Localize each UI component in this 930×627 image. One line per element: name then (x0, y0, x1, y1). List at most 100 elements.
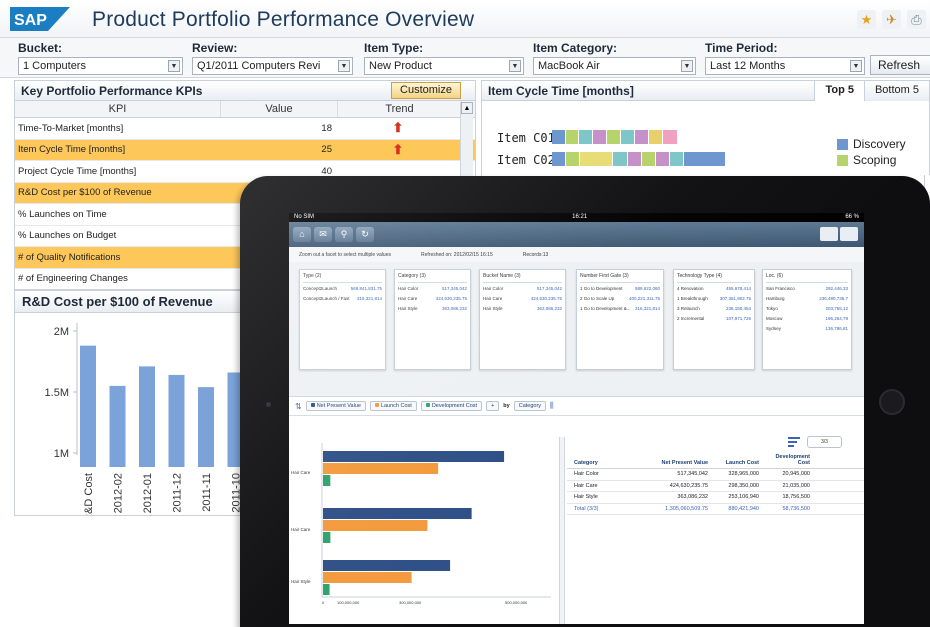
add-measure-button[interactable]: + (486, 401, 500, 411)
item-cycle-title-text: Item Cycle Time [months] (488, 84, 634, 98)
column-header[interactable]: Development Cost (762, 454, 813, 466)
table-row[interactable]: Hair Color 517,345,042 328,965,000 20,945,0… (567, 469, 864, 481)
page-indicator[interactable]: 3/3 (807, 436, 842, 448)
bar-npv[interactable] (323, 560, 451, 571)
facet-card[interactable]: Number First Gate (3) 1 Go to Development… (576, 269, 664, 370)
measure-chip[interactable]: Launch Cost (369, 401, 417, 411)
value-column-header[interactable]: Value (221, 101, 338, 117)
measure-color-swatch (310, 403, 315, 407)
swap-icon[interactable]: ⇅ (295, 402, 302, 411)
home-icon[interactable]: ⌂ (293, 227, 311, 242)
facet-value-row[interactable]: 2 Incremental 107,971,726 (677, 316, 751, 321)
bar-npv[interactable] (323, 508, 472, 519)
bar-2011-12[interactable] (168, 374, 185, 467)
facet-value-row[interactable]: 2 Go to Scale Up 400,221,311.75 (580, 296, 660, 301)
facet-value-row[interactable]: 1 Go to Development 589,622,060 (580, 286, 660, 291)
dropdown-arrow-icon[interactable]: ▼ (850, 60, 862, 72)
facet-value-row[interactable]: Hair Care 424,630,235.75 (398, 296, 467, 301)
review-filter: Review: Q1/2011 Computers Revi ▼ (192, 41, 353, 75)
facet-value-row[interactable]: San Francisco 292,446,33 (766, 286, 848, 291)
split-divider[interactable] (559, 437, 565, 624)
facet-value-amount: 517,345,042 (441, 286, 467, 291)
table-row[interactable]: Time-To-Market [months] 18 ⬆ (15, 118, 475, 140)
refresh-icon[interactable]: ↻ (356, 227, 374, 242)
bucket-select[interactable]: 1 Computers ▼ (18, 57, 183, 75)
pin-icon[interactable]: ✈ (882, 10, 901, 29)
measure-chip[interactable]: Net Present Value (305, 401, 366, 411)
facet-value-row[interactable]: 3 Relaunch 236,150,454 (677, 306, 751, 311)
facet-value-row[interactable]: 4 Renovation 455,678,414 (677, 286, 751, 291)
dimension-selector[interactable]: Category (513, 401, 547, 411)
bar-2012-02[interactable] (109, 385, 126, 467)
bar-total-r-d-cost[interactable] (80, 345, 96, 467)
facet-value-row[interactable]: Sydney 136,786,81 (766, 326, 848, 331)
bucket-value: 1 Computers (23, 60, 86, 72)
facet-value-row[interactable]: Hair Color 517,345,042 (483, 286, 562, 291)
sort-icon[interactable] (788, 437, 800, 447)
facet-value-row[interactable]: Moscow 196,264,79 (766, 316, 848, 321)
table-cell: Hair Style (574, 494, 598, 501)
dropdown-arrow-icon[interactable]: ▼ (338, 60, 350, 72)
grid-view-icon[interactable] (840, 227, 858, 241)
bar-npv[interactable] (323, 451, 505, 462)
table-header: Category Net Present Value Launch Cost Deve… (567, 449, 864, 469)
table-row[interactable]: Hair Care 424,630,235.75 298,350,000 21,035… (567, 481, 864, 492)
facet-value-row[interactable]: Tokyo 203,765,12 (766, 306, 848, 311)
mail-icon[interactable]: ✉ (314, 227, 332, 242)
column-header[interactable]: Net Present Value (660, 460, 711, 466)
facet-value-row[interactable]: 1 Go to Development &... 316,321,814 (580, 306, 660, 311)
facet-value-row[interactable]: Concept2Launch / Fast 316,321,814 (303, 296, 382, 301)
table-row[interactable]: Item Cycle Time [months] 25 ⬆ (15, 139, 475, 161)
facet-value-row[interactable]: Hair Color 517,345,042 (398, 286, 467, 291)
list-view-icon[interactable] (820, 227, 838, 241)
dropdown-arrow-icon[interactable]: ▼ (509, 60, 521, 72)
tab-top-5[interactable]: Top 5 (814, 81, 864, 101)
bar-dev-cost[interactable] (323, 584, 330, 595)
facet-value-row[interactable]: Hair Style 363,086,232 (398, 306, 467, 311)
search-icon[interactable]: ⚲ (335, 227, 353, 242)
total-row[interactable]: Total (3/3) 1,305,060,509.75 880,421,940 58… (567, 504, 864, 515)
column-header[interactable]: Category (567, 460, 660, 466)
facet-value-row[interactable]: Hamburg 236,490,735.7 (766, 296, 848, 301)
table-row[interactable]: Hair Style 363,086,232 253,106,940 18,756,5… (567, 492, 864, 504)
bar-launch-cost[interactable] (323, 572, 412, 583)
bar-dev-cost[interactable] (323, 475, 331, 486)
facet-card[interactable]: Technology Type (4) 4 Renovation 455,678,4… (673, 269, 755, 370)
measure-chip[interactable]: Development Cost (420, 401, 483, 411)
bar-launch-cost[interactable] (323, 520, 428, 531)
facet-card[interactable]: Loc. (6) San Francisco 292,446,33 Hamburg 23… (762, 269, 852, 370)
print-icon[interactable]: ⎙ (907, 10, 926, 29)
facet-value-row[interactable]: Hair Style 363,086,232 (483, 306, 562, 311)
trend-column-header[interactable]: Trend (338, 101, 462, 117)
bar-launch-cost[interactable] (323, 463, 439, 474)
kpi-column-header[interactable]: KPI (15, 101, 221, 117)
home-button[interactable] (879, 389, 905, 415)
facet-value-label: 1 Go to Development &... (580, 306, 631, 311)
review-select[interactable]: Q1/2011 Computers Revi ▼ (192, 57, 353, 75)
tab-bottom-5[interactable]: Bottom 5 (863, 81, 929, 101)
dropdown-arrow-icon[interactable]: ▼ (168, 60, 180, 72)
time-period-select[interactable]: Last 12 Months ▼ (705, 57, 865, 75)
facet-card[interactable]: Type (2) Concept2Launch 569,841,831.75 Conc… (299, 269, 386, 370)
top-bottom-tabs: Top 5 Bottom 5 (814, 81, 929, 101)
bar-2012-01[interactable] (139, 366, 155, 467)
facet-value-row[interactable]: 1 Breakthrough 307,361,902.75 (677, 296, 751, 301)
dropdown-arrow-icon[interactable]: ▼ (681, 60, 693, 72)
bar-2011-11[interactable] (198, 387, 214, 467)
refresh-button[interactable]: Refresh (870, 55, 930, 75)
facet-card[interactable]: Category (3) Hair Color 517,345,042 Hair Ca… (394, 269, 471, 370)
star-icon[interactable]: ★ (857, 10, 876, 29)
item-category-select[interactable]: MacBook Air ▼ (533, 57, 696, 75)
facet-value-row[interactable]: Concept2Launch 569,841,831.75 (303, 286, 382, 291)
item-type-select[interactable]: New Product ▼ (364, 57, 524, 75)
item-label-c01: Item C01 (497, 131, 555, 145)
scroll-up-icon[interactable]: ▲ (461, 102, 473, 114)
customize-button[interactable]: Customize (391, 82, 461, 99)
chart-type-icon[interactable]: ⫼ (550, 401, 554, 411)
view-switch[interactable] (820, 227, 858, 241)
bar-dev-cost[interactable] (323, 532, 331, 543)
facet-card[interactable]: Bucket Name (3) Hair Color 517,345,042 Hair… (479, 269, 566, 370)
time-period-label: Time Period: (705, 41, 778, 55)
column-header[interactable]: Launch Cost (711, 460, 762, 466)
facet-value-row[interactable]: Hair Care 424,630,235.75 (483, 296, 562, 301)
